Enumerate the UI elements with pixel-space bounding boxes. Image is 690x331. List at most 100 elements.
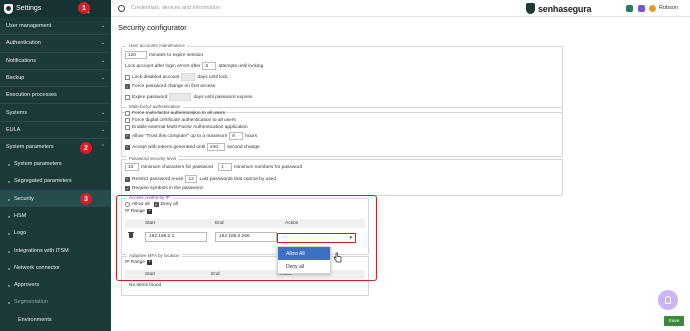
brand-logo: senhasegura (526, 3, 592, 14)
allow-trust-checkbox[interactable]: ✓ (125, 133, 130, 139)
hand-cursor-icon (333, 252, 342, 263)
brand-shield-icon (526, 3, 535, 14)
sidebar-item-label: Integrations with ITSM (14, 247, 69, 254)
sidebar-subitem-security[interactable]: Security (0, 189, 111, 208)
sidebar-item-label: Logo (14, 230, 27, 237)
sidebar-item-label: Execution processes (6, 92, 57, 99)
force-cert-checkbox[interactable] (125, 118, 130, 123)
chevron-down-icon: ⌄ (100, 75, 105, 82)
sidebar-item-label: Network connector (14, 264, 60, 271)
password-security-section: Password security level 10 minimum chara… (121, 156, 563, 196)
lock-attempts-input[interactable]: 5 (202, 62, 217, 70)
force-password-label: Force password change on first access (132, 84, 216, 89)
min-chars-input[interactable]: 10 (125, 163, 139, 171)
sidebar-item-label: Segmentation (14, 299, 48, 306)
expire-password-suffix: days until password expires (193, 94, 253, 100)
sidebar-subitem-hsm[interactable]: HSM (0, 207, 111, 224)
sidebar-item-notifications[interactable]: Notifications ⌄ (0, 51, 111, 69)
sidebar-item-label: User management (6, 22, 52, 29)
section-legend: Password security level (127, 156, 179, 161)
min-chars-label: minimum characters for password (141, 164, 213, 170)
sidebar-item-label: Environments (18, 316, 52, 323)
sidebar-subitem-approvers[interactable]: Approvers (0, 276, 111, 293)
sidebar-item-label: Backup (6, 75, 25, 82)
sidebar-subitem-environments[interactable]: Environments (0, 311, 111, 328)
accept-tokens-checkbox[interactable]: ✓ (125, 144, 130, 150)
enable-external-mfa-checkbox[interactable] (125, 125, 130, 130)
force-password-checkbox[interactable]: ✓ (125, 84, 130, 89)
sidebar-item-execution-processes[interactable]: Execution processes (0, 86, 111, 103)
sidebar-item-label: HSM (14, 212, 27, 219)
allow-trust-suffix: hours (245, 133, 258, 139)
min-numbers-input[interactable]: 1 (217, 163, 232, 171)
lock-after-label: Lock account after login errors after (125, 63, 201, 69)
sidebar-item-eula[interactable]: EULA ⌄ (0, 120, 111, 138)
sidebar-item-label: Authentication (6, 40, 41, 47)
min-numbers-label: minimum numbers for password (233, 164, 303, 170)
expire-password-label: Expire password (132, 94, 168, 100)
notification-icon[interactable] (649, 5, 656, 12)
restrict-reuse-input[interactable]: 12 (185, 175, 198, 183)
save-button[interactable]: Save (664, 316, 684, 326)
sidebar-item-label: EULA (6, 126, 21, 133)
store-icon[interactable] (638, 5, 645, 12)
topbar: Credentials, devices and information sen… (111, 0, 690, 17)
chevron-up-icon: ⌃ (100, 144, 105, 151)
require-symbols-checkbox[interactable]: ✓ (125, 186, 130, 191)
sidebar-item-label: Segregated parameters (14, 178, 72, 185)
sidebar-subitem-logo[interactable]: Logo (0, 225, 111, 242)
sidebar-header: Settings (0, 0, 111, 17)
sidebar-item-label: System parameters (6, 144, 54, 151)
lock-disabled-suffix: days until lock (197, 74, 228, 80)
annotation-highlight-box (116, 195, 377, 281)
chevron-down-icon: ⌄ (100, 22, 105, 29)
expire-password-checkbox[interactable] (125, 94, 130, 100)
restrict-reuse-checkbox[interactable]: ✓ (125, 176, 130, 182)
sidebar-item-system-parameters[interactable]: System parameters ⌃ (0, 138, 111, 155)
sidebar-subitem-network-connector[interactable]: Network connector (0, 259, 111, 276)
chevron-down-icon: ⌄ (100, 40, 105, 47)
sidebar-item-label: Approvers (14, 282, 40, 289)
sidebar-subitem-integrations-itsm[interactable]: Integrations with ITSM (0, 242, 111, 259)
accept-tokens-input[interactable]: 240 (207, 143, 226, 151)
lightbulb-icon[interactable] (658, 290, 678, 310)
section-legend: Multi-factor authentication (127, 104, 183, 109)
session-expire-label: minutes to expire session (149, 52, 204, 58)
section-legend: User accounts maintenance (127, 43, 187, 48)
search-input[interactable]: Credentials, devices and information (131, 5, 220, 11)
lock-disabled-label: Lock disabled account (132, 74, 180, 80)
step-badge-3: 3 (80, 193, 92, 205)
user-accounts-section: User accounts maintenance 120 minutes to… (121, 43, 563, 113)
sidebar-item-user-management[interactable]: User management ⌄ (0, 17, 111, 34)
force-cert-label: Force digital certificate authentication… (132, 118, 236, 123)
force-mfa-checkbox[interactable] (125, 111, 130, 116)
expire-password-input[interactable] (169, 93, 192, 101)
restrict-reuse-suffix: Last passwords that cannot by used (199, 176, 276, 182)
sidebar-subitem-system-parameters[interactable]: System parameters (0, 155, 111, 172)
sidebar-item-backup[interactable]: Backup ⌄ (0, 68, 111, 86)
search-icon[interactable] (118, 4, 125, 12)
sidebar-subitem-segregated-parameters[interactable]: Segregated parameters (0, 173, 111, 190)
user-menu[interactable]: Robson (659, 5, 678, 11)
step-badge-2: 2 (80, 142, 92, 154)
sidebar-item-systems[interactable]: Systems ⌄ (0, 103, 111, 120)
enable-external-mfa-label: Enable external Multi-Factor Authenticat… (132, 125, 248, 130)
accept-tokens-label: Accept with tokens generated until (132, 144, 206, 150)
require-symbols-label: Require symbols in the password (132, 186, 203, 191)
sidebar-item-label: Security (14, 195, 34, 202)
session-expire-input[interactable]: 120 (125, 51, 147, 59)
lock-attempts-label: attempts until locking (218, 63, 264, 69)
page-title: Security configurator (118, 23, 187, 32)
lock-disabled-input[interactable] (181, 73, 196, 81)
lock-disabled-checkbox[interactable] (125, 74, 130, 80)
brand-name: senhasegura (538, 3, 592, 14)
chevron-down-icon: ⌄ (100, 57, 105, 64)
mfa-section: Multi-factor authentication Force multi-… (121, 104, 563, 157)
sidebar: Settings User management ⌄ Authentication… (0, 0, 111, 331)
allow-trust-input[interactable]: 8 (229, 132, 244, 140)
home-icon[interactable] (626, 5, 633, 12)
sidebar-item-authentication[interactable]: Authentication ⌄ (0, 34, 111, 51)
sidebar-item-label: System parameters (14, 161, 62, 168)
sidebar-subitem-segmentation[interactable]: Segmentation (0, 294, 111, 311)
main-content: Security configurator User accounts main… (111, 17, 690, 331)
